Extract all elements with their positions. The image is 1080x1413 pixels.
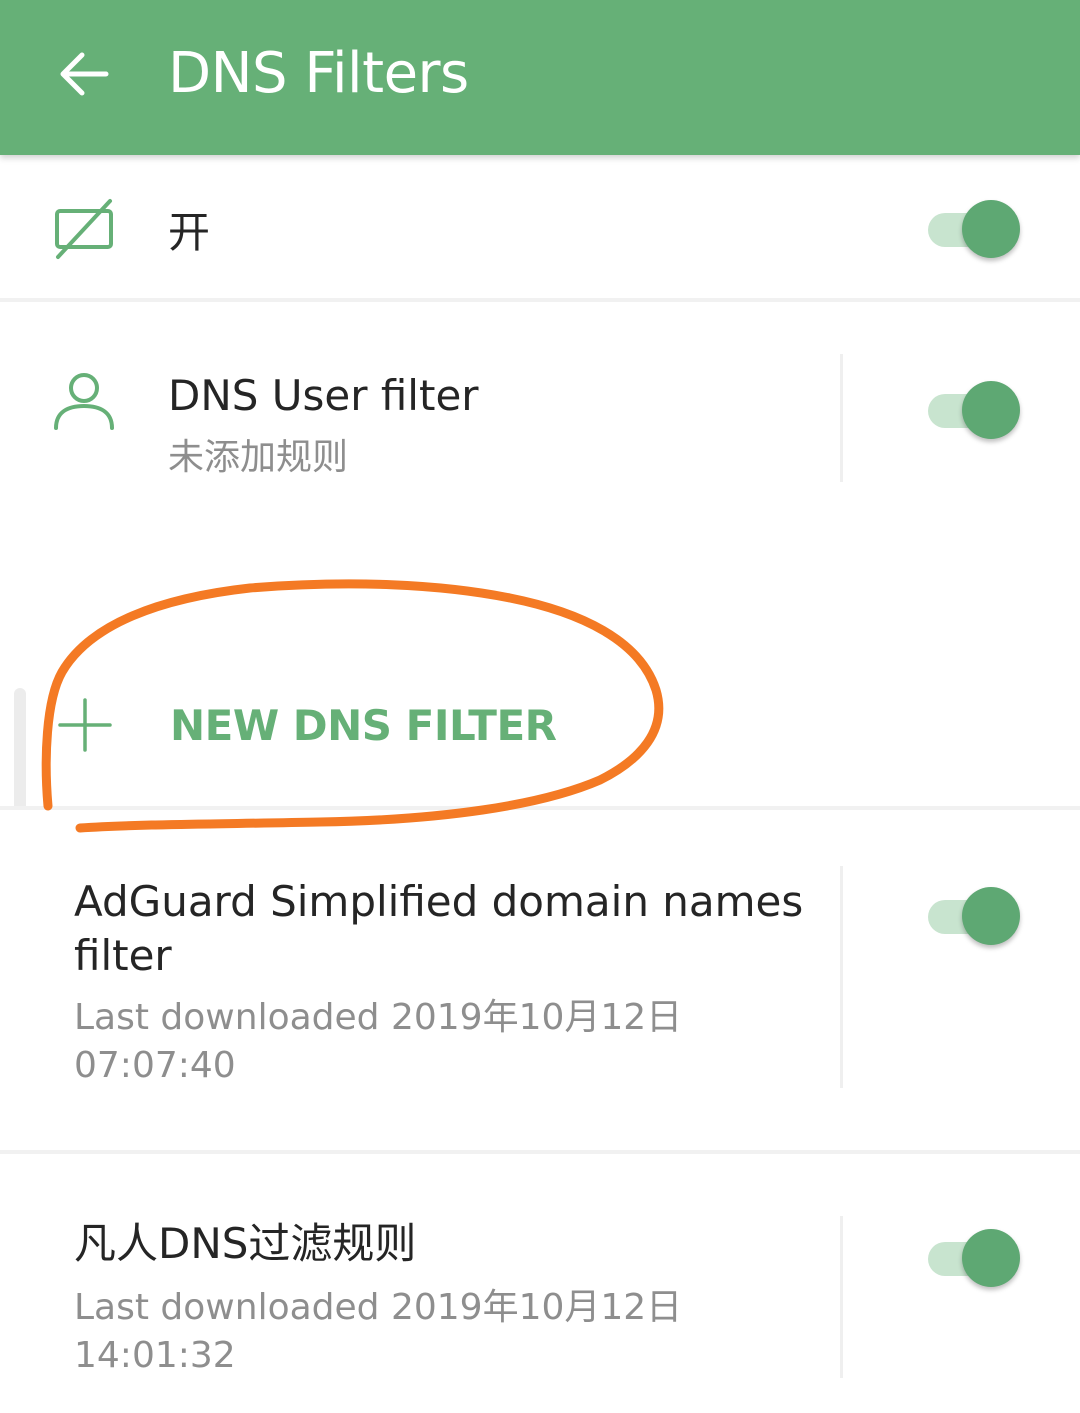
vertical-separator [840, 866, 843, 1088]
app-bar: DNS Filters [0, 0, 1080, 155]
filter-row-fanren[interactable]: 凡人DNS过滤规则 Last downloaded 2019年10月12日 14… [0, 1154, 1080, 1413]
user-filter-toggle[interactable] [924, 378, 1024, 444]
toggle-thumb [962, 381, 1020, 439]
filter-last-downloaded: Last downloaded 2019年10月12日 [74, 997, 683, 1038]
filter-last-downloaded-time: 14:01:32 [74, 1335, 236, 1376]
person-icon [54, 373, 114, 430]
vertical-separator [840, 354, 843, 482]
filter-off-icon [55, 199, 113, 259]
page-title: DNS Filters [168, 41, 469, 106]
toggle-thumb [962, 1229, 1020, 1287]
user-filter-subtitle: 未添加规则 [168, 437, 349, 478]
filter-row-adguard[interactable]: AdGuard Simplified domain names filter L… [0, 810, 1080, 1150]
filter-title-continued: filter [74, 931, 172, 980]
arrow-left-icon[interactable] [56, 46, 112, 102]
toggle-thumb [962, 200, 1020, 258]
user-filter-row[interactable]: DNS User filter 未添加规则 [0, 302, 1080, 502]
plus-icon[interactable] [56, 696, 114, 754]
filter-toggle[interactable] [924, 884, 1024, 950]
vertical-separator [840, 1216, 843, 1378]
filter-last-downloaded: Last downloaded 2019年10月12日 [74, 1287, 683, 1328]
filter-last-downloaded-time: 07:07:40 [74, 1045, 236, 1086]
user-filter-title: DNS User filter [168, 371, 479, 420]
master-switch-toggle[interactable] [924, 197, 1024, 263]
filter-toggle[interactable] [924, 1226, 1024, 1292]
new-dns-filter-button[interactable]: NEW DNS FILTER [170, 700, 557, 752]
master-switch-label: 开 [168, 208, 211, 257]
filter-title: 凡人DNS过滤规则 [74, 1219, 417, 1268]
master-switch-row[interactable]: 开 [0, 155, 1080, 300]
filter-title: AdGuard Simplified domain names [74, 877, 804, 926]
toggle-thumb [962, 887, 1020, 945]
